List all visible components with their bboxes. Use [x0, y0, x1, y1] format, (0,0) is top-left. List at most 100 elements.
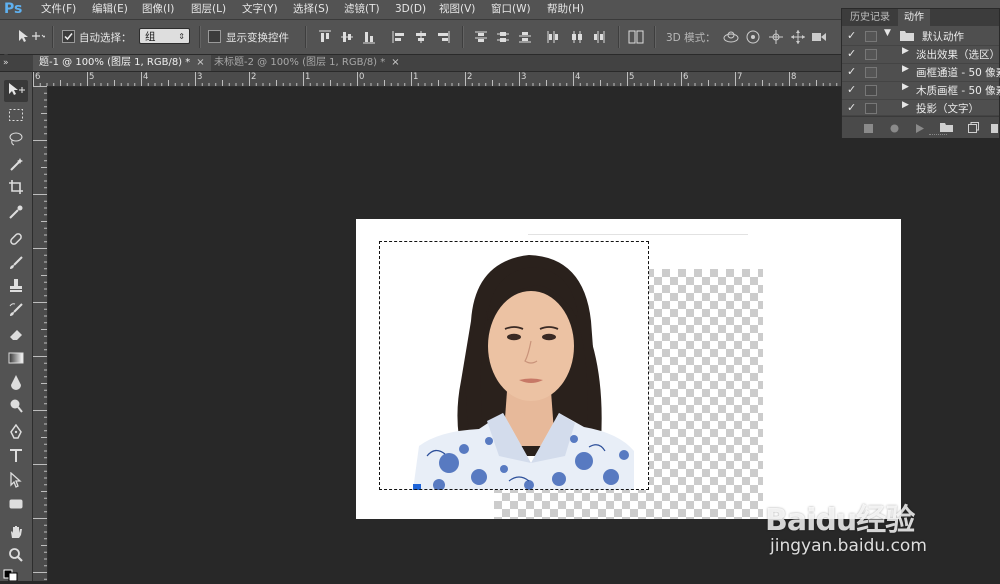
- brush-tool[interactable]: [4, 253, 28, 275]
- expand-right-icon[interactable]: ▶: [902, 64, 909, 74]
- distribute-right-icon[interactable]: [592, 30, 606, 47]
- delete-icon[interactable]: [990, 122, 999, 136]
- hand-tool[interactable]: [4, 522, 28, 544]
- lasso-icon: [8, 131, 24, 150]
- scale-3d-icon[interactable]: [811, 30, 827, 47]
- expand-right-icon[interactable]: ▶: [902, 82, 909, 92]
- dodge-icon: [8, 398, 24, 417]
- magic-wand-icon: [8, 156, 24, 175]
- checkmark-icon[interactable]: ✓: [847, 101, 856, 114]
- dialog-toggle-icon[interactable]: [865, 31, 877, 42]
- auto-align-layers-icon[interactable]: [628, 30, 644, 47]
- distribute-vcenter-icon[interactable]: [496, 30, 510, 47]
- align-right-icon[interactable]: [436, 30, 450, 47]
- action-set-row[interactable]: ✓ ▼ 默认动作: [842, 27, 999, 46]
- tab-document-1[interactable]: 题-1 @ 100% (图层 1, RGB/8) * ×: [33, 55, 211, 71]
- orbit-3d-icon[interactable]: [722, 29, 740, 48]
- pan-3d-icon[interactable]: [768, 29, 784, 48]
- expand-right-icon[interactable]: ▶: [902, 100, 909, 110]
- menu-image[interactable]: 图像(I): [142, 0, 174, 19]
- ruler-number: 0: [359, 72, 365, 82]
- distribute-left-icon[interactable]: [546, 30, 560, 47]
- menu-window[interactable]: 窗口(W): [491, 0, 531, 19]
- action-row[interactable]: ✓ ▶ 木质画框 - 50 像素: [842, 81, 1000, 100]
- align-top-icon[interactable]: [318, 30, 332, 47]
- checkmark-icon[interactable]: ✓: [847, 47, 856, 60]
- path-select-icon: [8, 471, 24, 491]
- distribute-bottom-icon[interactable]: [518, 30, 532, 47]
- distribute-hcenter-icon[interactable]: [570, 30, 584, 47]
- gradient-tool[interactable]: [4, 348, 28, 370]
- dialog-toggle-icon[interactable]: [865, 67, 877, 78]
- blur-tool[interactable]: [4, 372, 28, 394]
- dialog-toggle-icon[interactable]: [865, 85, 877, 96]
- move-tool[interactable]: [4, 80, 28, 102]
- align-hcenter-icon[interactable]: [414, 30, 428, 47]
- tab-close-icon[interactable]: ×: [196, 57, 204, 68]
- menu-layer[interactable]: 图层(L): [191, 0, 226, 19]
- crop-tool[interactable]: [4, 177, 28, 199]
- auto-select-dropdown[interactable]: 组 ⇕: [139, 28, 190, 44]
- action-row[interactable]: ✓ ▶ 投影（文字）: [842, 99, 999, 116]
- tab-actions[interactable]: 动作: [898, 9, 930, 26]
- tab-document-2[interactable]: 未标题-2 @ 100% (图层 1, RGB/8) * ×: [208, 55, 406, 71]
- checkmark-icon[interactable]: ✓: [847, 65, 856, 78]
- action-row[interactable]: ✓ ▶ 淡出效果（选区）: [842, 45, 1000, 64]
- menu-file[interactable]: 文件(F): [41, 0, 76, 19]
- type-tool[interactable]: [4, 446, 28, 468]
- eyedropper-tool[interactable]: [4, 202, 28, 224]
- distribute-top-icon[interactable]: [474, 30, 488, 47]
- eraser-tool[interactable]: [4, 324, 28, 346]
- expand-down-icon[interactable]: ▼: [884, 28, 891, 38]
- dialog-toggle-icon[interactable]: [865, 49, 877, 60]
- panel-tab-bar: 历史记录 动作: [842, 9, 999, 26]
- selection-marquee[interactable]: [379, 241, 649, 490]
- crop-icon: [8, 179, 24, 198]
- align-left-icon[interactable]: [392, 30, 406, 47]
- align-vcenter-icon[interactable]: [340, 30, 354, 47]
- play-icon[interactable]: [915, 123, 924, 136]
- checkmark-icon[interactable]: ✓: [847, 29, 856, 42]
- dialog-toggle-icon[interactable]: [865, 103, 877, 114]
- align-bottom-icon[interactable]: [362, 30, 376, 47]
- healing-brush-icon: [8, 231, 24, 250]
- menu-3d[interactable]: 3D(D): [395, 0, 426, 19]
- vertical-ruler: [33, 86, 48, 581]
- roll-3d-icon[interactable]: [745, 29, 761, 48]
- dodge-tool[interactable]: [4, 396, 28, 418]
- zoom-tool[interactable]: [4, 545, 28, 567]
- tab-close-icon[interactable]: ×: [391, 57, 399, 68]
- auto-select-checkbox[interactable]: [62, 30, 75, 46]
- healing-brush-tool[interactable]: [4, 229, 28, 251]
- checkmark-icon[interactable]: ✓: [847, 83, 856, 96]
- record-icon[interactable]: [890, 123, 899, 136]
- new-action-icon[interactable]: [968, 122, 979, 136]
- color-swatches[interactable]: [3, 569, 29, 584]
- slide-3d-icon[interactable]: [790, 29, 806, 48]
- path-select-tool[interactable]: [4, 470, 28, 492]
- menu-edit[interactable]: 编辑(E): [92, 0, 128, 19]
- dropdown-arrows-icon: ⇕: [178, 32, 185, 41]
- action-row[interactable]: ✓ ▶ 画框通道 - 50 像素: [842, 63, 1000, 82]
- stamp-tool[interactable]: [4, 276, 28, 298]
- stop-icon[interactable]: [864, 123, 873, 136]
- history-brush-tool[interactable]: [4, 300, 28, 322]
- lasso-tool[interactable]: [4, 129, 28, 151]
- photoshop-logo[interactable]: Ps: [4, 0, 22, 19]
- show-transform-checkbox[interactable]: [208, 30, 221, 43]
- actions-panel: 历史记录 动作 ✓ ▼ 默认动作 ✓ ▶ 淡出效果（选区） ✓ ▶ 画框通道 -…: [841, 8, 1000, 138]
- pen-tool[interactable]: [4, 422, 28, 444]
- collapse-arrows-icon[interactable]: »: [3, 55, 9, 71]
- tab-history[interactable]: 历史记录: [844, 9, 896, 26]
- move-tool-preset-icon[interactable]: [17, 28, 47, 47]
- menu-help[interactable]: 帮助(H): [547, 0, 584, 19]
- menu-filter[interactable]: 滤镜(T): [344, 0, 380, 19]
- expand-right-icon[interactable]: ▶: [902, 46, 909, 56]
- menu-view[interactable]: 视图(V): [439, 0, 475, 19]
- menu-type[interactable]: 文字(Y): [242, 0, 278, 19]
- marquee-tool[interactable]: [4, 105, 28, 127]
- panel-resize-grip[interactable]: [929, 134, 947, 137]
- magic-wand-tool[interactable]: [4, 154, 28, 176]
- menu-select[interactable]: 选择(S): [293, 0, 329, 19]
- shape-tool[interactable]: [4, 494, 28, 516]
